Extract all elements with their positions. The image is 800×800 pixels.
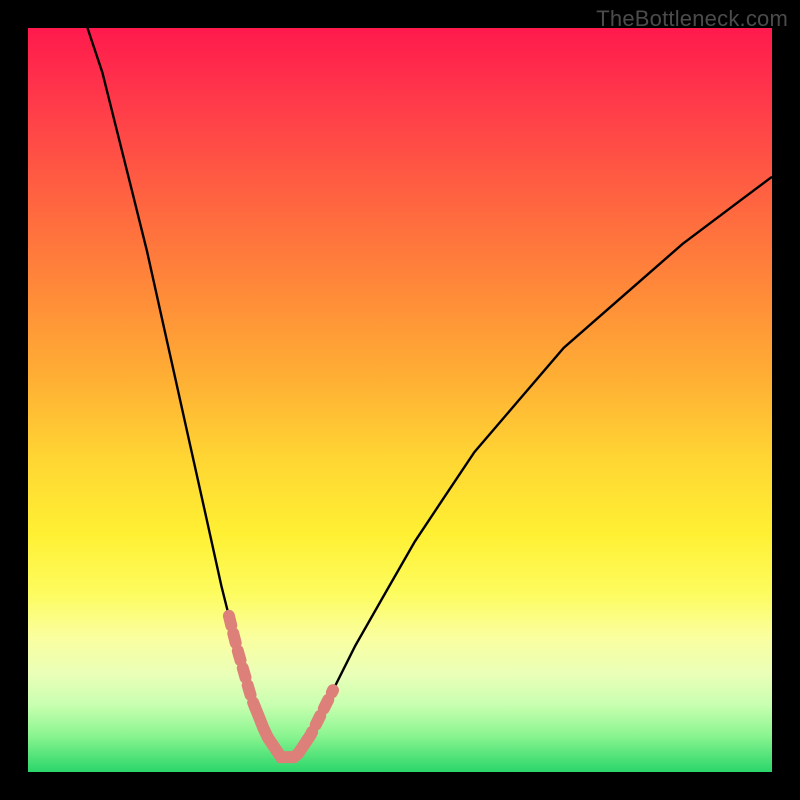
beads-flat xyxy=(255,707,307,757)
bottleneck-curve xyxy=(28,28,772,772)
curve-line xyxy=(88,28,773,757)
curve-beads xyxy=(229,616,333,757)
plot-area xyxy=(28,28,772,772)
plot-frame: TheBottleneck.com xyxy=(0,0,800,800)
beads-left xyxy=(229,616,255,707)
beads-right xyxy=(307,690,333,740)
